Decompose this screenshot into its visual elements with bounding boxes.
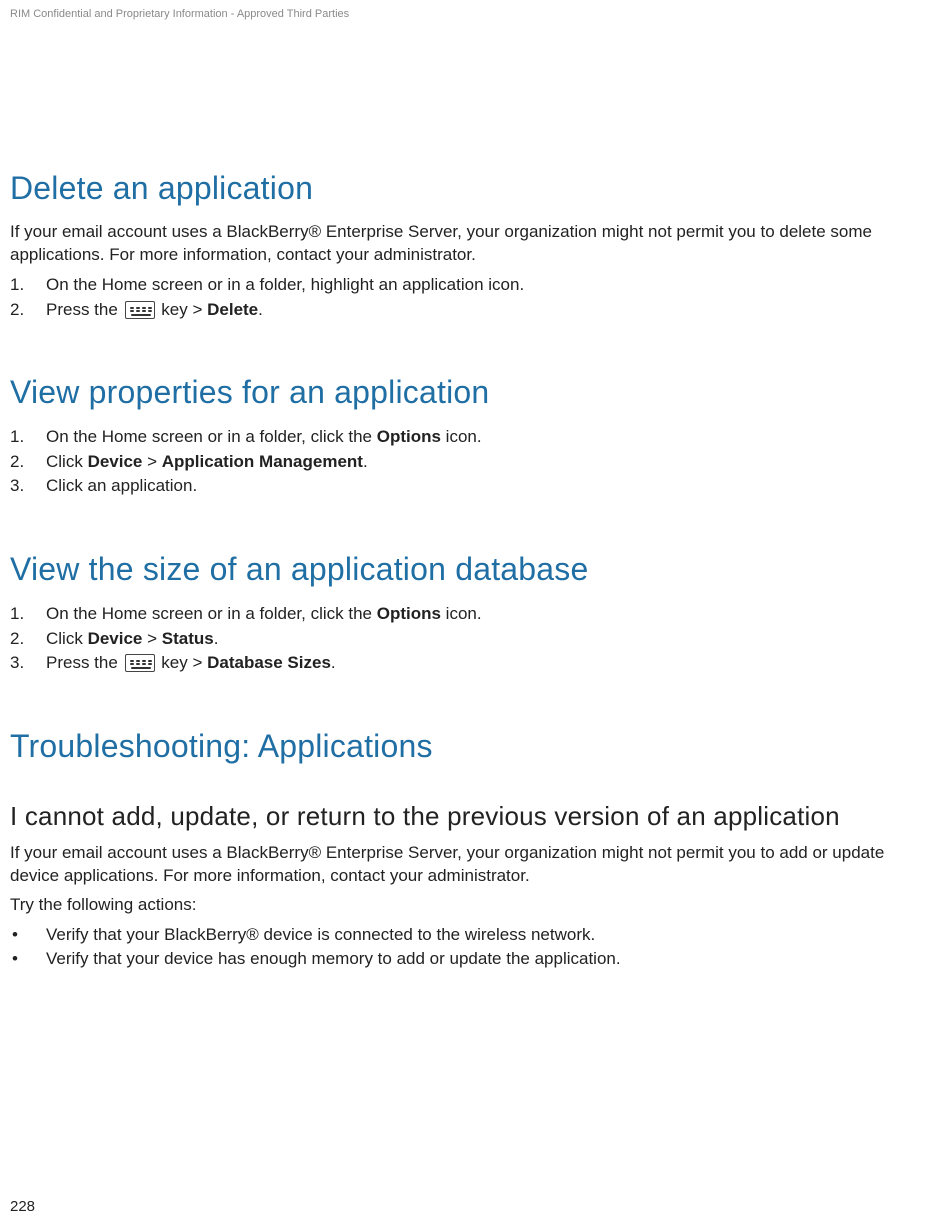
menu-key-icon (125, 301, 155, 319)
heading-troubleshooting: Troubleshooting: Applications (10, 728, 930, 765)
bullet-text: Verify that your device has enough memor… (46, 949, 621, 968)
heading-delete-application: Delete an application (10, 170, 930, 207)
subheading-cannot-add-update: I cannot add, update, or return to the p… (10, 801, 930, 832)
step-text: On the Home screen or in a folder, click… (46, 604, 482, 623)
list-item: 3. Press the key > Database Sizes. (10, 651, 930, 676)
delete-intro-paragraph: If your email account uses a BlackBerry®… (10, 221, 930, 267)
step-text: Press the key > Database Sizes. (46, 653, 336, 672)
list-item: Verify that your BlackBerry® device is c… (10, 923, 930, 948)
bullet-text: Verify that your BlackBerry® device is c… (46, 925, 595, 944)
list-item: 1. On the Home screen or in a folder, cl… (10, 425, 930, 450)
list-item: 1.On the Home screen or in a folder, hig… (10, 273, 930, 298)
step-text: On the Home screen or in a folder, highl… (46, 275, 524, 294)
step-text: Click Device > Application Management. (46, 452, 368, 471)
page-number: 228 (10, 1198, 35, 1215)
step-text: Click an application. (46, 476, 197, 495)
list-item: 2. Click Device > Application Management… (10, 450, 930, 475)
step-text: Click Device > Status. (46, 629, 218, 648)
viewprops-steps-list: 1. On the Home screen or in a folder, cl… (10, 425, 930, 499)
step-text: Press the key > Delete. (46, 300, 263, 319)
trouble-paragraph-2: Try the following actions: (10, 894, 930, 917)
trouble-paragraph-1: If your email account uses a BlackBerry®… (10, 842, 930, 888)
heading-view-properties: View properties for an application (10, 374, 930, 411)
delete-steps-list: 1.On the Home screen or in a folder, hig… (10, 273, 930, 322)
heading-view-size: View the size of an application database (10, 551, 930, 588)
trouble-bullets: Verify that your BlackBerry® device is c… (10, 923, 930, 972)
list-item: Verify that your device has enough memor… (10, 947, 930, 972)
viewsize-steps-list: 1. On the Home screen or in a folder, cl… (10, 602, 930, 676)
list-item: 2. Press the key > Delete. (10, 298, 930, 323)
list-item: 3.Click an application. (10, 474, 930, 499)
list-item: 2. Click Device > Status. (10, 627, 930, 652)
list-item: 1. On the Home screen or in a folder, cl… (10, 602, 930, 627)
menu-key-icon (125, 654, 155, 672)
step-text: On the Home screen or in a folder, click… (46, 427, 482, 446)
confidential-header: RIM Confidential and Proprietary Informa… (10, 8, 930, 20)
